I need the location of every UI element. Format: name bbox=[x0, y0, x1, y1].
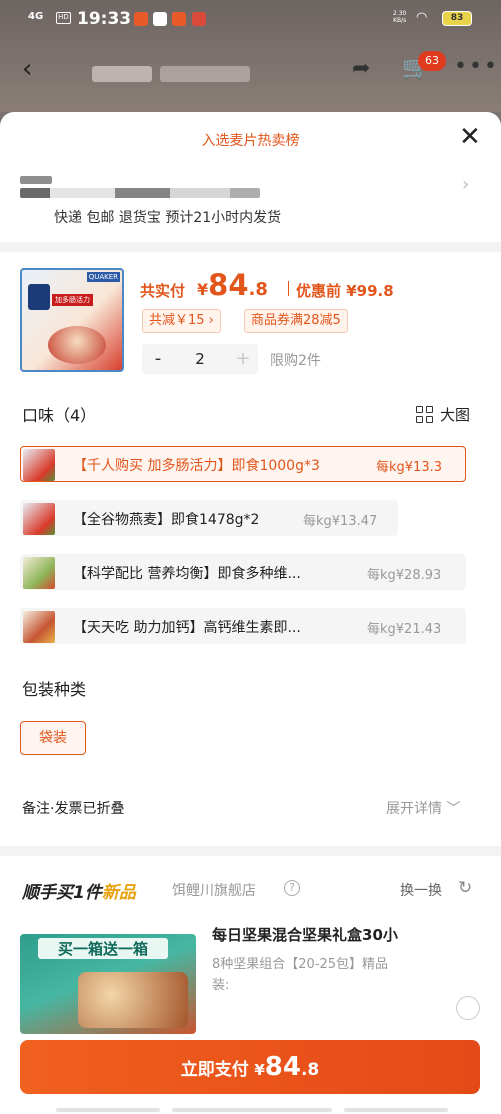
recommended-product-desc: 8种坚果组合【20-25包】精品装: bbox=[212, 957, 389, 993]
price-before-discount: 优惠前 ¥99.8 bbox=[296, 282, 394, 300]
new-badge: 新品 bbox=[101, 883, 136, 903]
quantity-stepper: - 2 + bbox=[142, 344, 258, 374]
hd-icon: HD bbox=[56, 12, 71, 24]
flavor-option[interactable]: 【科学配比 营养均衡】即食多种维... 每kg¥28.93 bbox=[20, 554, 466, 590]
address-name-blurred bbox=[20, 176, 52, 184]
quantity-value[interactable]: 2 bbox=[176, 344, 224, 374]
packaging-title: 包装种类 bbox=[22, 680, 87, 699]
pay-button-integer: 84 bbox=[264, 1052, 301, 1082]
pay-button-currency: ¥ bbox=[254, 1061, 265, 1079]
recommended-product-name[interactable]: 每日坚果混合坚果礼盒30小 bbox=[212, 924, 398, 945]
option-label: 【科学配比 营养均衡】即食多种维... bbox=[73, 566, 301, 582]
divider bbox=[0, 846, 501, 856]
add-on-title-prefix: 顺手买1件 bbox=[22, 883, 102, 903]
pay-label: 共实付 bbox=[140, 282, 186, 300]
address-chevron-icon[interactable]: › bbox=[462, 174, 469, 195]
brand-logo bbox=[28, 284, 50, 310]
option-unit-price: 每kg¥21.43 bbox=[367, 622, 442, 637]
option-thumbnail bbox=[23, 611, 55, 643]
home-indicator bbox=[344, 1108, 448, 1112]
refresh-icon[interactable]: ↻ bbox=[458, 878, 472, 898]
more-icon[interactable]: ••• bbox=[454, 54, 499, 79]
close-icon[interactable]: ✕ bbox=[459, 122, 481, 152]
blurred-title bbox=[92, 66, 152, 82]
flavor-option[interactable]: 【天天吃 助力加钙】高钙维生素即... 每kg¥21.43 bbox=[20, 608, 466, 644]
increase-button[interactable]: + bbox=[228, 344, 258, 374]
wifi-icon: ◠ bbox=[416, 10, 428, 25]
cart-count-badge: 63 bbox=[418, 51, 446, 71]
home-indicator bbox=[172, 1108, 332, 1112]
share-icon[interactable]: ➦ bbox=[352, 56, 370, 81]
signal-indicator: 4G bbox=[28, 11, 44, 22]
price-integer: 84 bbox=[208, 268, 249, 302]
pay-price: ¥84.8 bbox=[197, 268, 268, 302]
promo-banner-text: 买一箱送一箱 bbox=[38, 938, 168, 959]
option-label: 【千人购买 加多肠活力】即食1000g*3 bbox=[73, 458, 320, 474]
help-icon[interactable]: ? bbox=[284, 880, 300, 896]
nuts-image bbox=[78, 972, 188, 1028]
shop-name[interactable]: 饵鲤川旗舰店 bbox=[172, 880, 256, 900]
option-label: 【全谷物燕麦】即食1478g*2 bbox=[73, 512, 260, 528]
checkout-sheet: 入选麦片热卖榜 ✕ › 快递 包邮 退货宝 预计21小时内发货 QUAKER 加… bbox=[0, 112, 501, 1114]
shop-notification-icon bbox=[172, 12, 186, 26]
pay-button-decimal: .8 bbox=[300, 1060, 320, 1080]
select-radio[interactable] bbox=[456, 996, 480, 1020]
message-notification-icon bbox=[153, 12, 167, 26]
shipping-info: 快递 包邮 退货宝 预计21小时内发货 bbox=[54, 210, 282, 226]
option-thumbnail bbox=[23, 449, 55, 481]
product-tag: 加多肠活力 bbox=[52, 294, 93, 306]
currency-symbol: ¥ bbox=[197, 280, 209, 299]
status-bar: 4G HD 19:33 2.30 KB/s ◠ 83 bbox=[0, 0, 501, 40]
decrease-button[interactable]: - bbox=[142, 344, 174, 374]
option-unit-price: 每kg¥28.93 bbox=[367, 568, 442, 583]
option-unit-price: 每kg¥13.47 bbox=[303, 514, 378, 529]
coupon-chip: 商品券满28减5 bbox=[244, 309, 348, 333]
sheet-title: 入选麦片热卖榜 bbox=[201, 133, 300, 149]
flavor-option[interactable]: 【千人购买 加多肠活力】即食1000g*3 每kg¥13.3 bbox=[20, 446, 466, 482]
product-image[interactable]: QUAKER 加多肠活力 bbox=[20, 268, 124, 372]
flavor-option[interactable]: 【全谷物燕麦】即食1478g*2 每kg¥13.47 bbox=[20, 500, 398, 536]
battery-icon: 83 bbox=[442, 11, 472, 26]
address-detail-blurred[interactable] bbox=[20, 188, 260, 198]
option-label: 【天天吃 助力加钙】高钙维生素即... bbox=[73, 620, 301, 636]
recommended-product-image[interactable]: 买一箱送一箱 bbox=[20, 934, 196, 1034]
purchase-limit: 限购2件 bbox=[270, 353, 321, 369]
swap-button[interactable]: 换一换 bbox=[400, 880, 442, 900]
app2-notification-icon bbox=[192, 12, 206, 26]
pay-button-label: 立即支付 bbox=[180, 1060, 249, 1080]
divider bbox=[0, 242, 501, 252]
cereal-bowl-image bbox=[48, 326, 106, 364]
status-time: 19:33 bbox=[77, 9, 132, 29]
big-view-toggle[interactable]: 大图 bbox=[440, 404, 470, 425]
app-notification-icon bbox=[134, 12, 148, 26]
packaging-option[interactable]: 袋装 bbox=[20, 721, 86, 755]
price-divider bbox=[288, 281, 289, 296]
note-invoice-row[interactable]: 备注·发票已折叠 bbox=[22, 798, 124, 818]
option-thumbnail bbox=[23, 557, 55, 589]
discount-chip[interactable]: 共减￥15 › bbox=[142, 309, 221, 333]
back-icon[interactable]: ‹ bbox=[22, 54, 32, 84]
option-thumbnail bbox=[23, 503, 55, 535]
add-on-title: 顺手买1件新品 bbox=[22, 878, 136, 903]
blurred-title-2 bbox=[160, 66, 250, 82]
brand-label: QUAKER bbox=[86, 272, 120, 282]
grid-view-icon[interactable] bbox=[416, 406, 434, 424]
home-indicator bbox=[56, 1108, 160, 1112]
price-decimal: .8 bbox=[248, 279, 268, 300]
option-unit-price: 每kg¥13.3 bbox=[376, 460, 442, 475]
network-speed: 2.30 KB/s bbox=[393, 10, 407, 24]
top-nav: ‹ ➦ 🛒 63 ••• bbox=[0, 46, 501, 96]
flavor-title: 口味（4） bbox=[22, 406, 97, 425]
expand-details[interactable]: 展开详情 ﹀ bbox=[386, 798, 460, 818]
pay-now-button[interactable]: 立即支付 ¥84.8 bbox=[20, 1040, 480, 1094]
